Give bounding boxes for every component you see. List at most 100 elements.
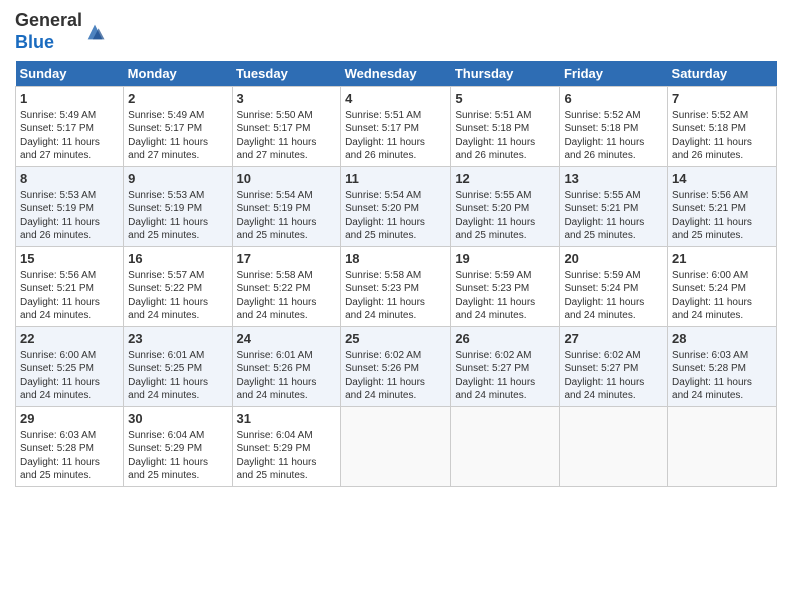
day-info: Sunrise: 5:58 AM Sunset: 5:22 PM Dayligh…: [237, 269, 337, 323]
calendar-week-row: 1 Sunrise: 5:49 AM Sunset: 5:17 PM Daylig…: [16, 87, 777, 167]
day-number: 22: [20, 330, 119, 348]
day-number: 2: [128, 90, 227, 108]
day-info: Sunrise: 5:56 AM Sunset: 5:21 PM Dayligh…: [20, 269, 119, 323]
day-info: Sunrise: 5:53 AM Sunset: 5:19 PM Dayligh…: [20, 189, 119, 243]
day-info: Sunrise: 5:59 AM Sunset: 5:24 PM Dayligh…: [564, 269, 663, 323]
day-number: 5: [455, 90, 555, 108]
logo-blue: Blue: [15, 32, 54, 52]
day-number: 3: [237, 90, 337, 108]
calendar-cell: 6Sunrise: 5:52 AM Sunset: 5:18 PM Daylig…: [560, 87, 668, 167]
day-number: 30: [128, 410, 227, 428]
calendar-week-row: 29Sunrise: 6:03 AM Sunset: 5:28 PM Dayli…: [16, 407, 777, 487]
day-number: 11: [345, 170, 446, 188]
calendar-cell: [668, 407, 777, 487]
day-info: Sunrise: 6:02 AM Sunset: 5:27 PM Dayligh…: [564, 349, 663, 403]
day-number: 6: [564, 90, 663, 108]
calendar-cell: 12Sunrise: 5:55 AM Sunset: 5:20 PM Dayli…: [451, 167, 560, 247]
calendar-header-row: SundayMondayTuesdayWednesdayThursdayFrid…: [16, 61, 777, 87]
day-number: 27: [564, 330, 663, 348]
calendar-table: SundayMondayTuesdayWednesdayThursdayFrid…: [15, 61, 777, 487]
day-number: 17: [237, 250, 337, 268]
day-number: 25: [345, 330, 446, 348]
calendar-cell: 8Sunrise: 5:53 AM Sunset: 5:19 PM Daylig…: [16, 167, 124, 247]
day-info: Sunrise: 6:00 AM Sunset: 5:24 PM Dayligh…: [672, 269, 772, 323]
calendar-cell: 2Sunrise: 5:49 AM Sunset: 5:17 PM Daylig…: [124, 87, 232, 167]
day-info: Sunrise: 6:01 AM Sunset: 5:26 PM Dayligh…: [237, 349, 337, 403]
day-number: 10: [237, 170, 337, 188]
calendar-cell: 16Sunrise: 5:57 AM Sunset: 5:22 PM Dayli…: [124, 247, 232, 327]
day-number: 4: [345, 90, 446, 108]
header-cell-monday: Monday: [124, 61, 232, 87]
header-cell-wednesday: Wednesday: [341, 61, 451, 87]
calendar-cell: 28Sunrise: 6:03 AM Sunset: 5:28 PM Dayli…: [668, 327, 777, 407]
day-number: 12: [455, 170, 555, 188]
logo: General Blue: [15, 10, 106, 53]
day-info: Sunrise: 5:51 AM Sunset: 5:18 PM Dayligh…: [455, 109, 555, 163]
day-info: Sunrise: 6:02 AM Sunset: 5:27 PM Dayligh…: [455, 349, 555, 403]
calendar-cell: 11Sunrise: 5:54 AM Sunset: 5:20 PM Dayli…: [341, 167, 451, 247]
day-info: Sunrise: 6:01 AM Sunset: 5:25 PM Dayligh…: [128, 349, 227, 403]
header: General Blue: [15, 10, 777, 53]
day-number: 29: [20, 410, 119, 428]
calendar-week-row: 15Sunrise: 5:56 AM Sunset: 5:21 PM Dayli…: [16, 247, 777, 327]
day-number: 13: [564, 170, 663, 188]
day-info: Sunrise: 6:02 AM Sunset: 5:26 PM Dayligh…: [345, 349, 446, 403]
day-number: 21: [672, 250, 772, 268]
calendar-cell: 25Sunrise: 6:02 AM Sunset: 5:26 PM Dayli…: [341, 327, 451, 407]
day-info: Sunrise: 5:49 AM Sunset: 5:17 PM Dayligh…: [128, 109, 227, 163]
day-number: 1: [20, 90, 119, 108]
day-number: 15: [20, 250, 119, 268]
calendar-cell: 15Sunrise: 5:56 AM Sunset: 5:21 PM Dayli…: [16, 247, 124, 327]
day-number: 20: [564, 250, 663, 268]
day-info: Sunrise: 5:57 AM Sunset: 5:22 PM Dayligh…: [128, 269, 227, 323]
day-info: Sunrise: 5:59 AM Sunset: 5:23 PM Dayligh…: [455, 269, 555, 323]
calendar-cell: 19Sunrise: 5:59 AM Sunset: 5:23 PM Dayli…: [451, 247, 560, 327]
day-number: 14: [672, 170, 772, 188]
calendar-body: 1 Sunrise: 5:49 AM Sunset: 5:17 PM Daylig…: [16, 87, 777, 487]
calendar-week-row: 22Sunrise: 6:00 AM Sunset: 5:25 PM Dayli…: [16, 327, 777, 407]
calendar-cell: 13Sunrise: 5:55 AM Sunset: 5:21 PM Dayli…: [560, 167, 668, 247]
calendar-cell: 26Sunrise: 6:02 AM Sunset: 5:27 PM Dayli…: [451, 327, 560, 407]
day-info: Sunrise: 5:52 AM Sunset: 5:18 PM Dayligh…: [672, 109, 772, 163]
calendar-cell: 29Sunrise: 6:03 AM Sunset: 5:28 PM Dayli…: [16, 407, 124, 487]
calendar-cell: 3Sunrise: 5:50 AM Sunset: 5:17 PM Daylig…: [232, 87, 341, 167]
calendar-cell: 20Sunrise: 5:59 AM Sunset: 5:24 PM Dayli…: [560, 247, 668, 327]
day-number: 23: [128, 330, 227, 348]
day-number: 31: [237, 410, 337, 428]
day-number: 7: [672, 90, 772, 108]
calendar-cell: 5Sunrise: 5:51 AM Sunset: 5:18 PM Daylig…: [451, 87, 560, 167]
calendar-cell: 31Sunrise: 6:04 AM Sunset: 5:29 PM Dayli…: [232, 407, 341, 487]
day-info: Sunrise: 6:00 AM Sunset: 5:25 PM Dayligh…: [20, 349, 119, 403]
header-cell-friday: Friday: [560, 61, 668, 87]
logo-icon: [84, 21, 106, 43]
day-info: Sunrise: 5:58 AM Sunset: 5:23 PM Dayligh…: [345, 269, 446, 323]
calendar-cell: 27Sunrise: 6:02 AM Sunset: 5:27 PM Dayli…: [560, 327, 668, 407]
day-number: 16: [128, 250, 227, 268]
day-info: Sunrise: 6:04 AM Sunset: 5:29 PM Dayligh…: [237, 429, 337, 483]
calendar-cell: [451, 407, 560, 487]
calendar-cell: 4Sunrise: 5:51 AM Sunset: 5:17 PM Daylig…: [341, 87, 451, 167]
calendar-cell: [560, 407, 668, 487]
day-info: Sunrise: 6:04 AM Sunset: 5:29 PM Dayligh…: [128, 429, 227, 483]
calendar-cell: 18Sunrise: 5:58 AM Sunset: 5:23 PM Dayli…: [341, 247, 451, 327]
day-info: Sunrise: 5:54 AM Sunset: 5:20 PM Dayligh…: [345, 189, 446, 243]
calendar-cell: 14Sunrise: 5:56 AM Sunset: 5:21 PM Dayli…: [668, 167, 777, 247]
day-number: 28: [672, 330, 772, 348]
calendar-cell: 9Sunrise: 5:53 AM Sunset: 5:19 PM Daylig…: [124, 167, 232, 247]
day-info: Sunrise: 5:51 AM Sunset: 5:17 PM Dayligh…: [345, 109, 446, 163]
day-info: Sunrise: 6:03 AM Sunset: 5:28 PM Dayligh…: [672, 349, 772, 403]
day-info: Sunrise: 5:52 AM Sunset: 5:18 PM Dayligh…: [564, 109, 663, 163]
calendar-cell: 23Sunrise: 6:01 AM Sunset: 5:25 PM Dayli…: [124, 327, 232, 407]
calendar-cell: 24Sunrise: 6:01 AM Sunset: 5:26 PM Dayli…: [232, 327, 341, 407]
calendar-cell: 7Sunrise: 5:52 AM Sunset: 5:18 PM Daylig…: [668, 87, 777, 167]
page-container: General Blue SundayMondayTuesdayWednesda…: [0, 0, 792, 497]
day-info: Sunrise: 5:55 AM Sunset: 5:21 PM Dayligh…: [564, 189, 663, 243]
logo-general: General: [15, 10, 82, 30]
calendar-cell: 10Sunrise: 5:54 AM Sunset: 5:19 PM Dayli…: [232, 167, 341, 247]
header-cell-thursday: Thursday: [451, 61, 560, 87]
day-number: 24: [237, 330, 337, 348]
day-number: 8: [20, 170, 119, 188]
day-info: Sunrise: 6:03 AM Sunset: 5:28 PM Dayligh…: [20, 429, 119, 483]
header-cell-sunday: Sunday: [16, 61, 124, 87]
calendar-cell: [341, 407, 451, 487]
